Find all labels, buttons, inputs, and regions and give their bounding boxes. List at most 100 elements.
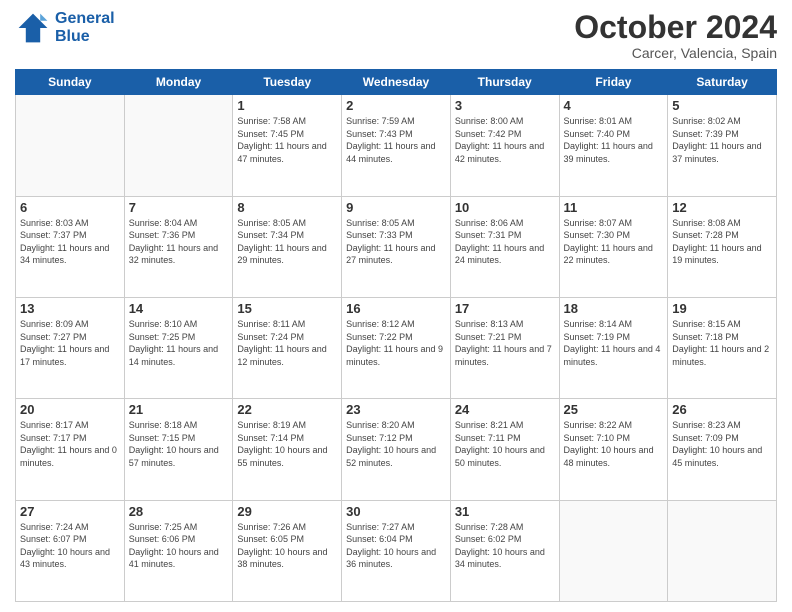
day-number: 1 bbox=[237, 98, 337, 113]
table-cell: 14 Sunrise: 8:10 AM Sunset: 7:25 PM Dayli… bbox=[124, 297, 233, 398]
day-number: 10 bbox=[455, 200, 555, 215]
day-info: Sunrise: 8:20 AM Sunset: 7:12 PM Dayligh… bbox=[346, 419, 446, 469]
day-info: Sunrise: 8:02 AM Sunset: 7:39 PM Dayligh… bbox=[672, 115, 772, 165]
table-cell: 17 Sunrise: 8:13 AM Sunset: 7:21 PM Dayli… bbox=[450, 297, 559, 398]
day-number: 30 bbox=[346, 504, 446, 519]
day-info: Sunrise: 8:04 AM Sunset: 7:36 PM Dayligh… bbox=[129, 217, 229, 267]
table-cell: 13 Sunrise: 8:09 AM Sunset: 7:27 PM Dayli… bbox=[16, 297, 125, 398]
table-cell: 19Sunrise: 8:15 AM Sunset: 7:18 PM Dayli… bbox=[668, 297, 777, 398]
logo-line1: General bbox=[55, 10, 115, 28]
day-info: Sunrise: 8:09 AM Sunset: 7:27 PM Dayligh… bbox=[20, 318, 120, 368]
title-block: October 2024 Carcer, Valencia, Spain bbox=[574, 10, 777, 61]
table-cell bbox=[124, 95, 233, 196]
table-cell: 29 Sunrise: 7:26 AM Sunset: 6:05 PM Dayli… bbox=[233, 500, 342, 601]
day-number: 12 bbox=[672, 200, 772, 215]
col-monday: Monday bbox=[124, 70, 233, 95]
table-cell: 31 Sunrise: 7:28 AM Sunset: 6:02 PM Dayli… bbox=[450, 500, 559, 601]
day-info: Sunrise: 8:23 AM Sunset: 7:09 PM Dayligh… bbox=[672, 419, 772, 469]
logo-line2: Blue bbox=[55, 28, 115, 46]
table-cell: 5 Sunrise: 8:02 AM Sunset: 7:39 PM Daylig… bbox=[668, 95, 777, 196]
col-sunday: Sunday bbox=[16, 70, 125, 95]
col-wednesday: Wednesday bbox=[342, 70, 451, 95]
day-info: Sunrise: 7:27 AM Sunset: 6:04 PM Dayligh… bbox=[346, 521, 446, 571]
day-number: 15 bbox=[237, 301, 337, 316]
table-cell: 11 Sunrise: 8:07 AM Sunset: 7:30 PM Dayli… bbox=[559, 196, 668, 297]
table-cell: 20 Sunrise: 8:17 AM Sunset: 7:17 PM Dayli… bbox=[16, 399, 125, 500]
day-number: 13 bbox=[20, 301, 120, 316]
week-row-1: 1 Sunrise: 7:58 AM Sunset: 7:45 PM Daylig… bbox=[16, 95, 777, 196]
day-info: Sunrise: 8:00 AM Sunset: 7:42 PM Dayligh… bbox=[455, 115, 555, 165]
table-cell bbox=[668, 500, 777, 601]
day-number: 4 bbox=[564, 98, 664, 113]
day-info: Sunrise: 8:12 AM Sunset: 7:22 PM Dayligh… bbox=[346, 318, 446, 368]
table-cell: 6 Sunrise: 8:03 AM Sunset: 7:37 PM Daylig… bbox=[16, 196, 125, 297]
day-info: Sunrise: 8:13 AM Sunset: 7:21 PM Dayligh… bbox=[455, 318, 555, 368]
day-number: 18 bbox=[564, 301, 664, 316]
day-number: 31 bbox=[455, 504, 555, 519]
col-friday: Friday bbox=[559, 70, 668, 95]
table-cell: 25Sunrise: 8:22 AM Sunset: 7:10 PM Dayli… bbox=[559, 399, 668, 500]
logo-icon bbox=[15, 10, 51, 46]
week-row-2: 6 Sunrise: 8:03 AM Sunset: 7:37 PM Daylig… bbox=[16, 196, 777, 297]
day-number: 28 bbox=[129, 504, 229, 519]
day-info: Sunrise: 8:01 AM Sunset: 7:40 PM Dayligh… bbox=[564, 115, 664, 165]
day-info: Sunrise: 8:03 AM Sunset: 7:37 PM Dayligh… bbox=[20, 217, 120, 267]
table-cell: 12 Sunrise: 8:08 AM Sunset: 7:28 PM Dayli… bbox=[668, 196, 777, 297]
day-number: 29 bbox=[237, 504, 337, 519]
day-info: Sunrise: 8:10 AM Sunset: 7:25 PM Dayligh… bbox=[129, 318, 229, 368]
day-info: Sunrise: 8:05 AM Sunset: 7:33 PM Dayligh… bbox=[346, 217, 446, 267]
day-number: 9 bbox=[346, 200, 446, 215]
day-info: Sunrise: 7:24 AM Sunset: 6:07 PM Dayligh… bbox=[20, 521, 120, 571]
day-number: 22 bbox=[237, 402, 337, 417]
col-saturday: Saturday bbox=[668, 70, 777, 95]
day-info: Sunrise: 8:17 AM Sunset: 7:17 PM Dayligh… bbox=[20, 419, 120, 469]
page: General Blue October 2024 Carcer, Valenc… bbox=[0, 0, 792, 612]
table-cell: 26 Sunrise: 8:23 AM Sunset: 7:09 PM Dayli… bbox=[668, 399, 777, 500]
day-info: Sunrise: 8:08 AM Sunset: 7:28 PM Dayligh… bbox=[672, 217, 772, 267]
table-cell: 16 Sunrise: 8:12 AM Sunset: 7:22 PM Dayli… bbox=[342, 297, 451, 398]
day-number: 6 bbox=[20, 200, 120, 215]
col-tuesday: Tuesday bbox=[233, 70, 342, 95]
month-title: October 2024 bbox=[574, 10, 777, 45]
header: General Blue October 2024 Carcer, Valenc… bbox=[15, 10, 777, 61]
table-cell: 21Sunrise: 8:18 AM Sunset: 7:15 PM Dayli… bbox=[124, 399, 233, 500]
day-info: Sunrise: 8:22 AM Sunset: 7:10 PM Dayligh… bbox=[564, 419, 664, 469]
day-number: 11 bbox=[564, 200, 664, 215]
day-info: Sunrise: 8:19 AM Sunset: 7:14 PM Dayligh… bbox=[237, 419, 337, 469]
table-cell: 18 Sunrise: 8:14 AM Sunset: 7:19 PM Dayli… bbox=[559, 297, 668, 398]
day-number: 14 bbox=[129, 301, 229, 316]
day-number: 26 bbox=[672, 402, 772, 417]
day-info: Sunrise: 7:58 AM Sunset: 7:45 PM Dayligh… bbox=[237, 115, 337, 165]
table-cell: 4 Sunrise: 8:01 AM Sunset: 7:40 PM Daylig… bbox=[559, 95, 668, 196]
day-number: 17 bbox=[455, 301, 555, 316]
logo-text: General Blue bbox=[55, 10, 115, 46]
table-cell: 23 Sunrise: 8:20 AM Sunset: 7:12 PM Dayli… bbox=[342, 399, 451, 500]
day-number: 20 bbox=[20, 402, 120, 417]
day-info: Sunrise: 8:15 AM Sunset: 7:18 PM Dayligh… bbox=[672, 318, 772, 368]
table-cell: 2 Sunrise: 7:59 AM Sunset: 7:43 PM Daylig… bbox=[342, 95, 451, 196]
day-info: Sunrise: 7:28 AM Sunset: 6:02 PM Dayligh… bbox=[455, 521, 555, 571]
table-cell: 24Sunrise: 8:21 AM Sunset: 7:11 PM Dayli… bbox=[450, 399, 559, 500]
day-info: Sunrise: 7:25 AM Sunset: 6:06 PM Dayligh… bbox=[129, 521, 229, 571]
day-info: Sunrise: 8:14 AM Sunset: 7:19 PM Dayligh… bbox=[564, 318, 664, 368]
day-number: 5 bbox=[672, 98, 772, 113]
table-cell: 10 Sunrise: 8:06 AM Sunset: 7:31 PM Dayli… bbox=[450, 196, 559, 297]
day-info: Sunrise: 7:59 AM Sunset: 7:43 PM Dayligh… bbox=[346, 115, 446, 165]
day-number: 24 bbox=[455, 402, 555, 417]
col-thursday: Thursday bbox=[450, 70, 559, 95]
subtitle: Carcer, Valencia, Spain bbox=[574, 45, 777, 61]
day-number: 16 bbox=[346, 301, 446, 316]
table-cell: 9 Sunrise: 8:05 AM Sunset: 7:33 PM Daylig… bbox=[342, 196, 451, 297]
day-info: Sunrise: 8:06 AM Sunset: 7:31 PM Dayligh… bbox=[455, 217, 555, 267]
day-number: 2 bbox=[346, 98, 446, 113]
day-number: 3 bbox=[455, 98, 555, 113]
day-number: 21 bbox=[129, 402, 229, 417]
day-number: 23 bbox=[346, 402, 446, 417]
day-info: Sunrise: 8:05 AM Sunset: 7:34 PM Dayligh… bbox=[237, 217, 337, 267]
day-info: Sunrise: 8:07 AM Sunset: 7:30 PM Dayligh… bbox=[564, 217, 664, 267]
day-info: Sunrise: 7:26 AM Sunset: 6:05 PM Dayligh… bbox=[237, 521, 337, 571]
table-cell: 15Sunrise: 8:11 AM Sunset: 7:24 PM Dayli… bbox=[233, 297, 342, 398]
calendar-table: Sunday Monday Tuesday Wednesday Thursday… bbox=[15, 69, 777, 602]
table-cell: 30 Sunrise: 7:27 AM Sunset: 6:04 PM Dayli… bbox=[342, 500, 451, 601]
table-cell: 28 Sunrise: 7:25 AM Sunset: 6:06 PM Dayli… bbox=[124, 500, 233, 601]
